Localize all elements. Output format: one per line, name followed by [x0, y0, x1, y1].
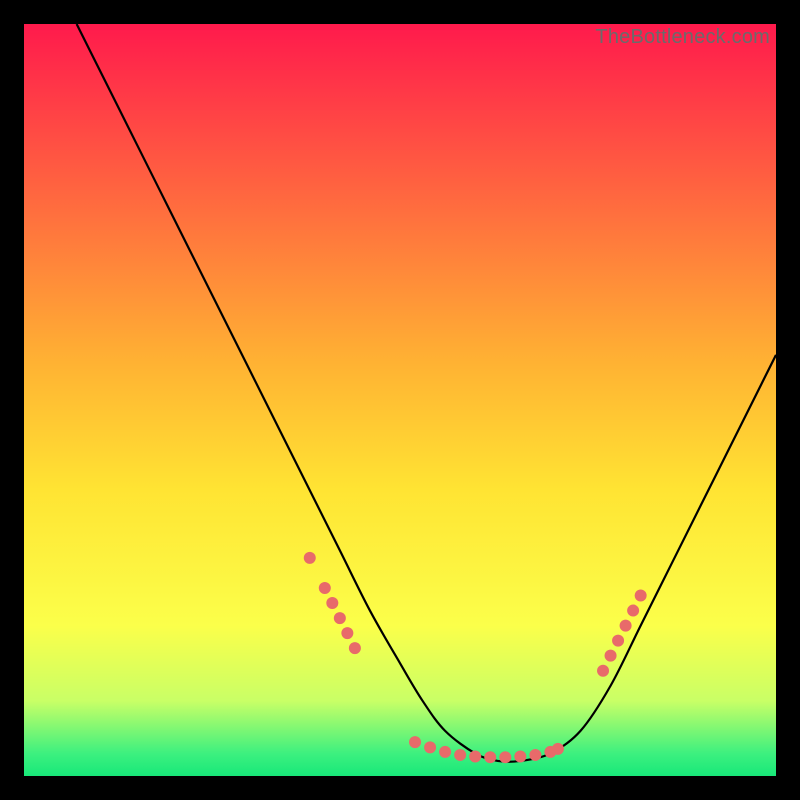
watermark-text: TheBottleneck.com [595, 26, 770, 49]
curve-marker [635, 590, 647, 602]
curve-marker [439, 746, 451, 758]
curve-marker [597, 665, 609, 677]
curve-marker [454, 749, 466, 761]
curve-marker [552, 743, 564, 755]
curve-marker [484, 751, 496, 763]
curve-marker [304, 552, 316, 564]
curve-marker [514, 750, 526, 762]
curve-marker [605, 650, 617, 662]
curve-marker [409, 736, 421, 748]
curve-marker [627, 605, 639, 617]
curve-marker [326, 597, 338, 609]
curve-marker [334, 612, 346, 624]
curve-marker [612, 635, 624, 647]
bottleneck-curve-chart [24, 24, 776, 776]
curve-marker [620, 620, 632, 632]
chart-frame: TheBottleneck.com [24, 24, 776, 776]
curve-marker [349, 642, 361, 654]
curve-marker [424, 741, 436, 753]
curve-marker [469, 750, 481, 762]
curve-marker [341, 627, 353, 639]
curve-marker [499, 751, 511, 763]
curve-marker [529, 749, 541, 761]
curve-marker [319, 582, 331, 594]
